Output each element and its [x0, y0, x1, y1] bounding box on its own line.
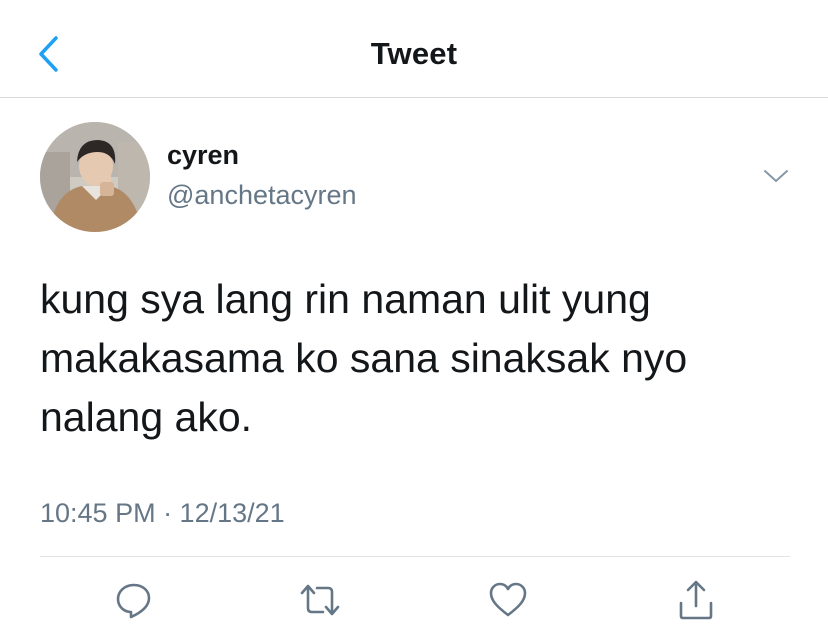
share-button[interactable] — [674, 578, 718, 622]
tweet-text: kung sya lang rin naman ulit yung makaka… — [40, 276, 688, 440]
retweet-icon — [300, 584, 340, 616]
share-icon — [679, 580, 713, 620]
divider — [40, 556, 790, 557]
profile-photo — [40, 122, 150, 232]
top-bar: Tweet — [0, 0, 828, 98]
author-handle[interactable]: @anchetacyren — [167, 180, 357, 211]
tweet-menu-button[interactable] — [760, 164, 792, 188]
avatar[interactable] — [40, 122, 150, 232]
reply-button[interactable] — [112, 578, 156, 622]
reply-icon — [116, 583, 151, 619]
author-name[interactable]: cyren — [167, 140, 239, 171]
page-title: Tweet — [370, 36, 458, 71]
retweet-button[interactable] — [298, 578, 342, 622]
chevron-down-icon — [764, 170, 788, 182]
tweet-timestamp[interactable]: 10:45 PM · 12/13/21 — [40, 498, 285, 529]
like-button[interactable] — [486, 578, 530, 622]
heart-icon — [489, 582, 527, 617]
